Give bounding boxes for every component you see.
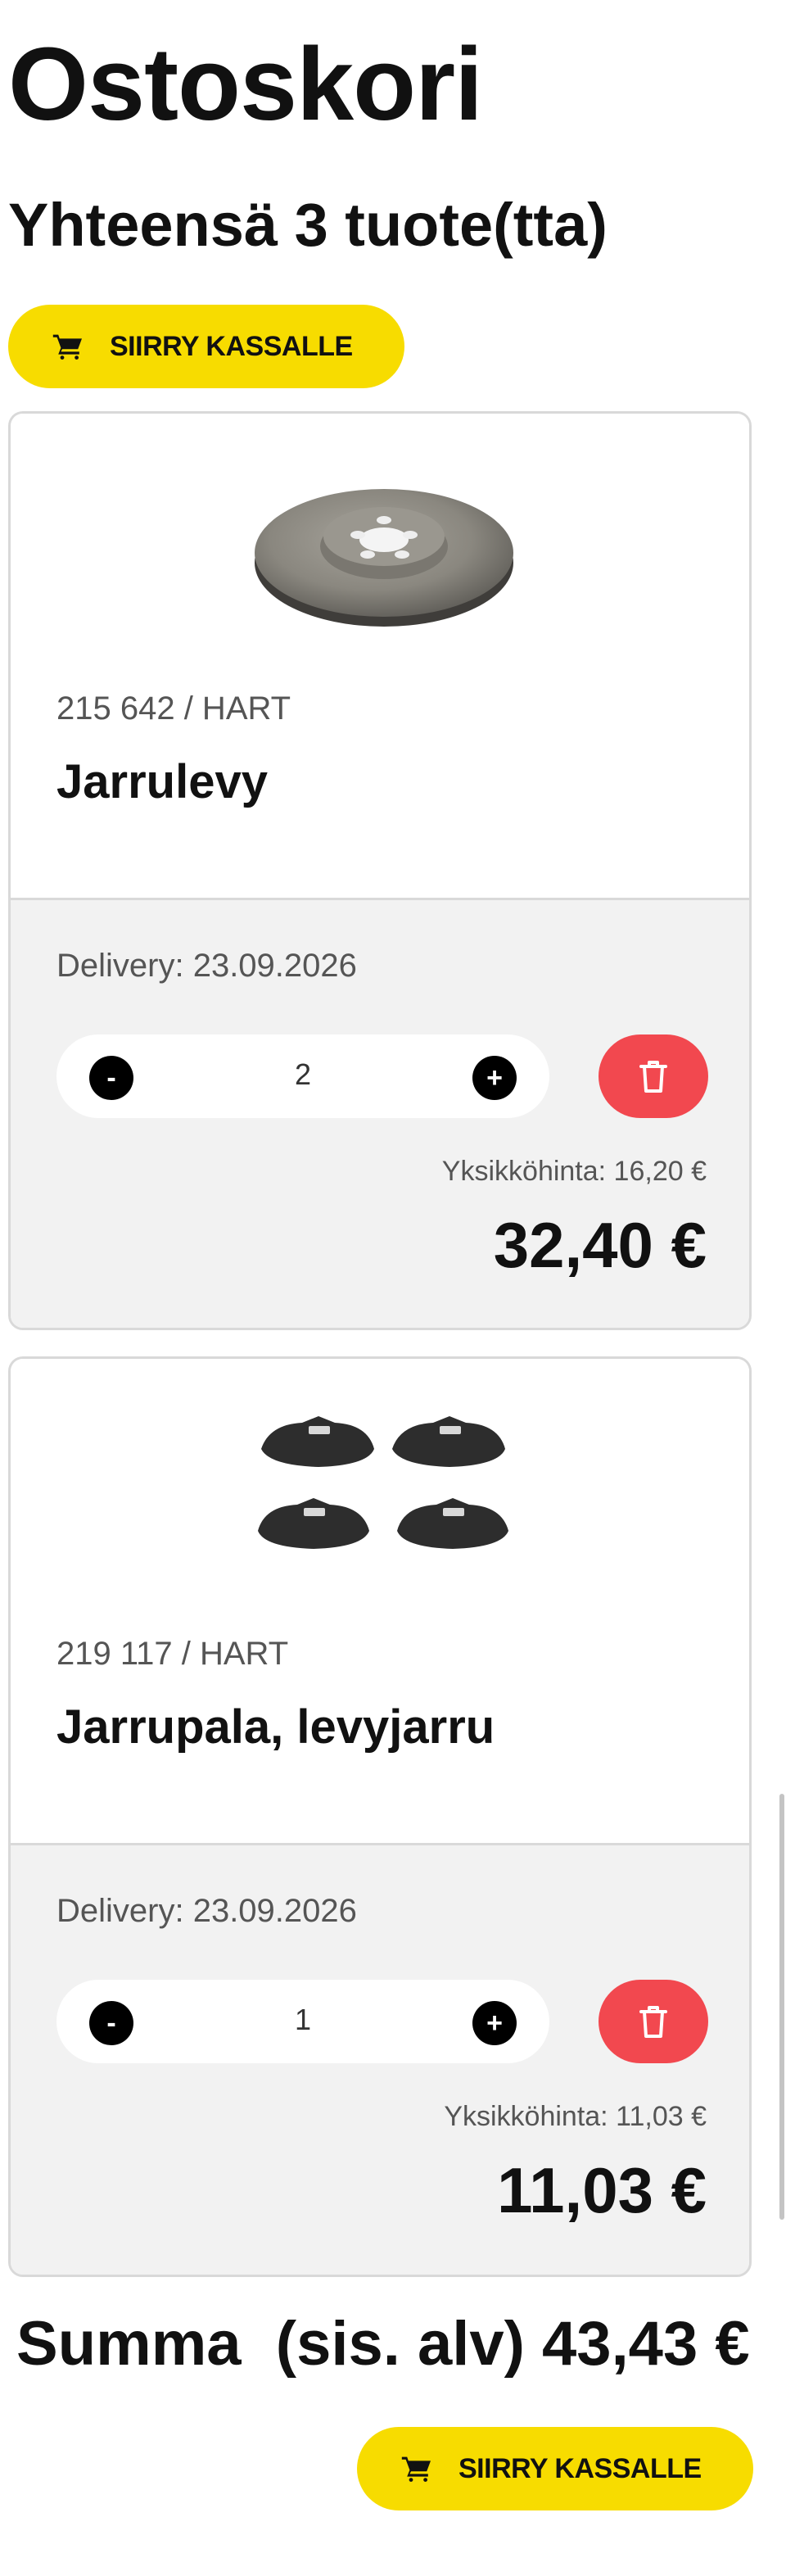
delivery-date: Delivery: 23.09.2026: [56, 948, 357, 984]
remove-item-button[interactable]: [599, 1980, 708, 2063]
quantity-stepper: - 2 +: [56, 1034, 549, 1118]
cart-item-controls: Delivery: 23.09.2026 - 1 + Yksikköhinta:…: [11, 1845, 749, 2275]
scrollbar-thumb[interactable]: [779, 1794, 784, 2220]
item-name[interactable]: Jarrulevy: [56, 754, 268, 809]
cart-icon: [401, 2456, 431, 2482]
item-sku: 215 642 / HART: [56, 690, 291, 727]
quantity-stepper: - 1 +: [56, 1980, 549, 2063]
brake-disc-image: [255, 489, 513, 627]
checkout-button-top[interactable]: SIIRRY KASSALLE: [8, 305, 404, 388]
cart-item: 219 117 / HART Jarrupala, levyjarru Deli…: [8, 1356, 752, 2277]
page-title: Ostoskori: [8, 26, 483, 142]
increase-quantity-button[interactable]: +: [472, 2001, 517, 2045]
trash-icon: [639, 1061, 667, 1093]
cart-item-controls: Delivery: 23.09.2026 - 2 + Yksikköhinta:…: [11, 900, 749, 1328]
line-total: 32,40 €: [493, 1209, 707, 1281]
cart-item-info: 215 642 / HART Jarrulevy: [11, 414, 749, 900]
item-sku: 219 117 / HART: [56, 1636, 289, 1672]
checkout-button-label: SIIRRY KASSALLE: [458, 2452, 702, 2484]
cart-icon: [52, 334, 82, 360]
checkout-button-label: SIIRRY KASSALLE: [110, 330, 353, 362]
remove-item-button[interactable]: [599, 1034, 708, 1118]
increase-quantity-button[interactable]: +: [472, 1056, 517, 1100]
checkout-button-bottom[interactable]: SIIRRY KASSALLE: [357, 2427, 753, 2510]
item-name[interactable]: Jarrupala, levyjarru: [56, 1700, 495, 1754]
cart-count-heading: Yhteensä 3 tuote(tta): [8, 191, 608, 259]
cart-item-info: 219 117 / HART Jarrupala, levyjarru: [11, 1359, 749, 1845]
line-total: 11,03 €: [497, 2154, 707, 2226]
cart-item: 215 642 / HART Jarrulevy Delivery: 23.09…: [8, 411, 752, 1330]
order-total: Summa (sis. alv) 43,43 €: [16, 2309, 750, 2379]
unit-price: Yksikköhinta: 16,20 €: [441, 1156, 707, 1187]
trash-icon: [639, 2006, 667, 2038]
brake-pads-image: [258, 1416, 508, 1549]
delivery-date: Delivery: 23.09.2026: [56, 1893, 357, 1929]
unit-price: Yksikköhinta: 11,03 €: [444, 2101, 707, 2132]
